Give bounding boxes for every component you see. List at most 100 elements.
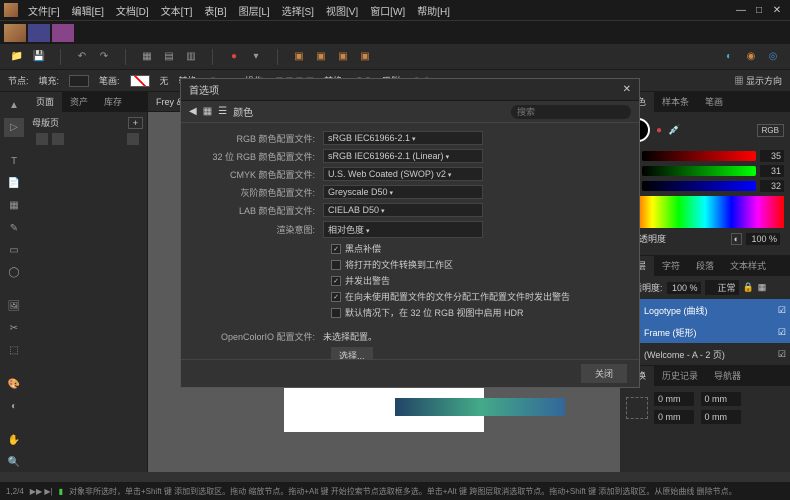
align2-icon[interactable]: ▤ <box>160 48 178 66</box>
frame-text-tool[interactable]: 📄 <box>4 174 24 192</box>
eyedropper-icon[interactable]: 💉 <box>668 125 680 136</box>
secondary-color-icon[interactable]: ● <box>656 125 662 136</box>
panel-menu-icon[interactable] <box>127 133 139 145</box>
persona-2[interactable] <box>28 24 50 42</box>
menu-图层[L][interactable]: 图层[L] <box>233 5 276 20</box>
node-tool[interactable]: ▷ <box>4 118 24 136</box>
menu-表[B][interactable]: 表[B] <box>198 5 232 20</box>
right-tabs-transform-2[interactable]: 导航器 <box>706 366 749 386</box>
table-tool[interactable]: ▦ <box>4 197 24 215</box>
anchor-widget[interactable] <box>626 397 648 419</box>
x-field[interactable]: 0 mm <box>654 392 694 406</box>
layer-item[interactable]: Frame (矩形)☑ <box>620 321 790 343</box>
crop-tool[interactable]: ✂ <box>4 319 24 337</box>
list-view-icon[interactable]: ☰ <box>218 106 227 117</box>
w-field[interactable]: 0 mm <box>701 392 741 406</box>
menu-视图[V][interactable]: 视图[V] <box>320 5 364 20</box>
preview3-icon[interactable]: ◎ <box>764 48 782 66</box>
save-icon[interactable]: 💾 <box>30 48 48 66</box>
hue-picker[interactable] <box>626 196 784 228</box>
left-tab-0[interactable]: 页面 <box>28 92 62 112</box>
menu-窗口[W][interactable]: 窗口[W] <box>364 5 411 20</box>
y-field[interactable]: 0 mm <box>654 410 694 424</box>
pref-select[interactable]: CIELAB D50▾ <box>323 203 483 217</box>
undo-icon[interactable]: ↶ <box>73 48 91 66</box>
blue-slider[interactable] <box>642 181 756 191</box>
search-input[interactable] <box>511 105 631 119</box>
ocio-select-button[interactable]: 选择... <box>331 347 373 359</box>
text-tool[interactable]: T <box>4 152 24 170</box>
fill-swatch[interactable] <box>69 75 89 87</box>
add-master-button[interactable]: + <box>128 117 143 129</box>
pref-select[interactable]: Greyscale D50▾ <box>323 185 483 199</box>
picture-frame-tool[interactable]: 🖼 <box>4 297 24 315</box>
align3-icon[interactable]: ▥ <box>182 48 200 66</box>
order2-icon[interactable]: ▣ <box>312 48 330 66</box>
view-mode2-icon[interactable] <box>52 133 64 145</box>
tool-icon[interactable]: ▾ <box>247 48 265 66</box>
persona-3[interactable] <box>52 24 74 42</box>
layer-opacity[interactable]: 100 % <box>667 282 701 294</box>
h-field[interactable]: 0 mm <box>701 410 741 424</box>
color-picker-tool[interactable]: ✋ <box>4 431 24 449</box>
pref-select[interactable]: sRGB IEC61966-2.1 (Linear)▾ <box>323 149 483 163</box>
maximize-button[interactable]: □ <box>750 2 768 18</box>
open-icon[interactable]: 📁 <box>8 48 26 66</box>
layer-item[interactable]: (Welcome - A - 2 页)☑ <box>620 343 790 365</box>
right-tabs-transform-1[interactable]: 历史记录 <box>654 366 706 386</box>
shape-tool[interactable]: ◯ <box>4 264 24 282</box>
menu-选择[S][interactable]: 选择[S] <box>276 5 320 20</box>
zoom-tool[interactable]: 🔍 <box>4 454 24 472</box>
checkbox[interactable]: ✓ <box>331 244 341 254</box>
left-tab-2[interactable]: 库存 <box>96 92 130 112</box>
red-slider[interactable] <box>642 151 756 161</box>
green-slider[interactable] <box>642 166 756 176</box>
checkbox[interactable] <box>331 260 341 270</box>
menu-文件[F][interactable]: 文件[F] <box>22 5 66 20</box>
checkbox[interactable]: ✓ <box>331 276 341 286</box>
blend-mode[interactable]: 正常 <box>705 280 739 295</box>
right-tabs-layers-1[interactable]: 字符 <box>654 256 688 276</box>
redo-icon[interactable]: ↷ <box>95 48 113 66</box>
preview1-icon[interactable]: ◐ <box>720 48 738 66</box>
blue-value[interactable]: 32 <box>760 180 784 192</box>
red-value[interactable]: 35 <box>760 150 784 162</box>
record-icon[interactable]: ● <box>225 48 243 66</box>
order1-icon[interactable]: ▣ <box>290 48 308 66</box>
stroke-swatch[interactable] <box>130 75 150 87</box>
rect-tool[interactable]: ▭ <box>4 241 24 259</box>
dialog-close-button[interactable]: ✕ <box>623 84 631 95</box>
menu-文本[T][interactable]: 文本[T] <box>155 5 199 20</box>
right-tabs-top-2[interactable]: 笔画 <box>697 92 731 112</box>
persona-publisher[interactable] <box>4 24 26 42</box>
dialog-close-btn[interactable]: 关闭 <box>581 364 627 383</box>
right-tabs-top-1[interactable]: 样本条 <box>654 92 697 112</box>
order4-icon[interactable]: ▣ <box>356 48 374 66</box>
vector-crop-tool[interactable]: ⬚ <box>4 342 24 360</box>
right-tabs-layers-3[interactable]: 文本样式 <box>722 256 774 276</box>
page-indicator[interactable]: 1,2/4 <box>6 487 24 496</box>
color-mode-select[interactable]: RGB <box>757 124 784 137</box>
view-mode-icon[interactable] <box>36 133 48 145</box>
menu-帮助[H][interactable]: 帮助[H] <box>411 5 456 20</box>
checkbox[interactable]: ✓ <box>331 292 341 302</box>
fx-icon[interactable]: ▦ <box>758 282 767 293</box>
left-tab-1[interactable]: 资产 <box>62 92 96 112</box>
preview2-icon[interactable]: ◉ <box>742 48 760 66</box>
pref-select[interactable]: U.S. Web Coated (SWOP) v2▾ <box>323 167 483 181</box>
minimize-button[interactable]: — <box>732 2 750 18</box>
lock-icon[interactable]: 🔒 <box>743 282 754 293</box>
align-icon[interactable]: ▦ <box>138 48 156 66</box>
fill-tool[interactable]: 🎨 <box>4 375 24 393</box>
menu-文档[D][interactable]: 文档[D] <box>110 5 155 20</box>
layer-item[interactable]: Logotype (曲线)☑ <box>620 299 790 321</box>
transparency-tool[interactable]: ◐ <box>4 398 24 416</box>
menu-编辑[E][interactable]: 编辑[E] <box>66 5 110 20</box>
order3-icon[interactable]: ▣ <box>334 48 352 66</box>
move-tool[interactable]: ▲ <box>4 96 24 114</box>
green-value[interactable]: 31 <box>760 165 784 177</box>
pen-tool[interactable]: ✎ <box>4 219 24 237</box>
grid-view-icon[interactable]: ▦ <box>203 106 212 117</box>
back-icon[interactable]: ◀ <box>189 106 197 117</box>
pref-select[interactable]: 相对色度▾ <box>323 221 483 238</box>
